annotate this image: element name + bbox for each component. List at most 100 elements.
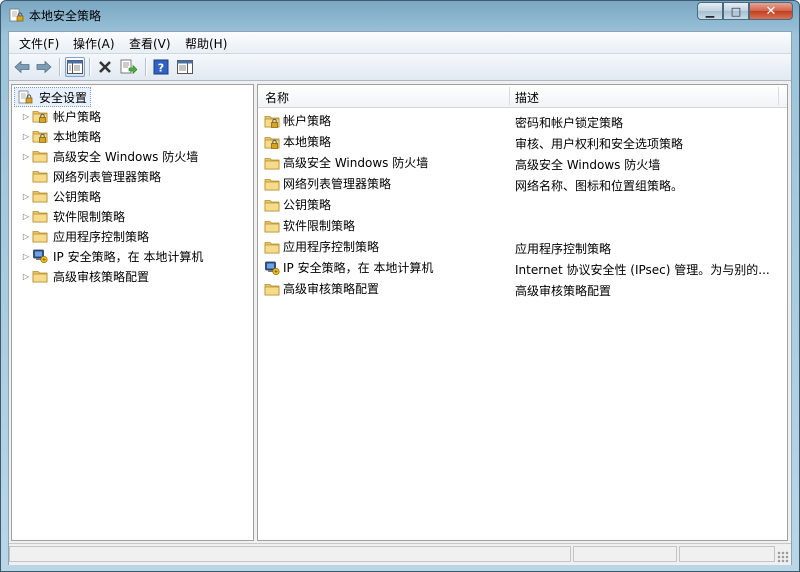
list-row[interactable]: 高级安全 Windows 防火墙 高级安全 Windows 防火墙 [258,152,787,173]
folder-icon [264,155,280,171]
tree-item-local-policies[interactable]: ▷ 本地策略 [20,127,101,145]
export-list-icon [120,59,138,75]
maximize-button[interactable]: □ [723,2,749,20]
minimize-button[interactable]: ▁ [697,2,723,20]
column-divider[interactable] [509,87,510,105]
main-window: 本地安全策略 ▁ □ ✕ 文件(F) 操作(A) 查看(V) 帮助(H) ? 安… [0,0,800,572]
tree-item-windows-firewall[interactable]: ▷ 高级安全 Windows 防火墙 [20,147,198,165]
folder-icon [264,281,280,297]
list-row[interactable]: 软件限制策略 [258,215,787,236]
ipsec-policy-icon [32,248,48,264]
folder-icon [264,176,280,192]
row-name: 高级安全 Windows 防火墙 [283,156,429,170]
expand-arrow-icon[interactable]: ▷ [20,112,32,121]
tree-item-label: 本地策略 [53,129,102,144]
list-row[interactable]: 帐户策略 密码和帐户锁定策略 [258,110,787,131]
folder-icon [264,197,280,213]
forward-button[interactable] [34,57,54,77]
tree-item-ip-security[interactable]: ▷ IP 安全策略，在 本地计算机 [20,247,203,265]
menu-help[interactable]: 帮助(H) [185,35,227,52]
list-row[interactable]: 高级审核策略配置 高级审核策略配置 [258,278,787,299]
svg-text:?: ? [158,62,164,75]
expand-arrow-icon[interactable]: ▷ [20,212,32,221]
folder-lock-icon [32,108,48,124]
tree-item-account-policies[interactable]: ▷ 帐户策略 [20,107,101,125]
export-list-button[interactable] [119,57,139,77]
tree-item-label: 高级审核策略配置 [53,269,150,284]
status-bar [9,543,791,565]
toolbar-separator [59,58,61,76]
properties-button[interactable] [175,57,195,77]
tree-item-label: 软件限制策略 [53,209,126,224]
list-row[interactable]: 网络列表管理器策略 网络名称、图标和位置组策略。 [258,173,787,194]
folder-icon [32,168,48,184]
expand-arrow-icon[interactable]: ▷ [20,272,32,281]
close-button[interactable]: ✕ [749,2,793,20]
list-header: 名称 描述 [258,85,787,108]
column-header-description[interactable]: 描述 [515,89,539,106]
row-name: 本地策略 [283,135,332,149]
list-pane: 名称 描述 帐户策略 密码和帐户锁定策略 本地策略 审核、用户权利和安全选项策略… [257,84,788,541]
list-row[interactable]: IP 安全策略，在 本地计算机 Internet 协议安全性 (IPsec) 管… [258,257,787,278]
list-row[interactable]: 本地策略 审核、用户权利和安全选项策略 [258,131,787,152]
toolbar-separator [89,58,91,76]
resize-grip[interactable] [777,551,789,563]
menu-file[interactable]: 文件(F) [19,35,59,52]
forward-arrow-icon [36,60,52,74]
properties-icon [177,60,193,74]
maximize-icon: □ [730,4,742,18]
tree-item-label: 应用程序控制策略 [53,229,150,244]
tree-root-security-settings[interactable]: 安全设置 [14,87,92,107]
folder-lock-icon [264,113,280,129]
list-row[interactable]: 公钥策略 [258,194,787,215]
tree-item-advanced-audit[interactable]: ▷ 高级审核策略配置 [20,267,149,285]
column-divider[interactable] [778,87,779,105]
menu-bar: 文件(F) 操作(A) 查看(V) 帮助(H) [9,32,791,54]
tree-item-label: 帐户策略 [53,109,102,124]
row-name: 高级审核策略配置 [283,282,380,296]
window-title: 本地安全策略 [29,9,102,23]
folder-icon [32,228,48,244]
security-settings-icon [18,90,33,104]
expand-arrow-icon[interactable]: ▷ [20,152,32,161]
delete-icon [99,61,111,73]
tree-item-software-restriction[interactable]: ▷ 软件限制策略 [20,207,125,225]
expand-arrow-icon[interactable]: ▷ [20,132,32,141]
tree-item-label: 公钥策略 [53,189,102,204]
folder-icon [32,208,48,224]
help-button[interactable]: ? [151,57,171,77]
expand-arrow-icon[interactable]: ▷ [20,192,32,201]
show-hide-tree-icon [67,60,83,74]
delete-button[interactable] [95,57,115,77]
tree-item-public-key-policies[interactable]: ▷ 公钥策略 [20,187,101,205]
close-icon: ✕ [765,3,777,19]
menu-view[interactable]: 查看(V) [129,35,171,52]
row-name: IP 安全策略，在 本地计算机 [283,261,434,275]
expand-arrow-icon[interactable]: ▷ [20,252,32,261]
ipsec-policy-icon [264,260,280,276]
title-bar[interactable]: 本地安全策略 ▁ □ ✕ [1,1,799,29]
tree-item-application-control[interactable]: ▷ 应用程序控制策略 [20,227,149,245]
tree-item-network-list-manager[interactable]: ▷ 网络列表管理器策略 [20,167,161,185]
row-description: Internet 协议安全性 (IPsec) 管理。为与别的... [515,263,770,277]
folder-lock-icon [32,128,48,144]
minimize-icon: ▁ [705,4,715,18]
list-row[interactable]: 应用程序控制策略 应用程序控制策略 [258,236,787,257]
tree-root-label: 安全设置 [39,90,88,105]
menu-action[interactable]: 操作(A) [73,35,115,52]
row-name: 公钥策略 [283,198,332,212]
row-description: 网络名称、图标和位置组策略。 [515,179,684,193]
folder-icon [264,239,280,255]
row-description: 密码和帐户锁定策略 [515,116,624,130]
folder-icon [32,268,48,284]
status-segment [9,546,571,562]
back-button[interactable] [12,57,32,77]
show-hide-tree-button[interactable] [65,57,85,77]
expand-arrow-icon[interactable]: ▷ [20,232,32,241]
tree-pane: 安全设置 ▷ 帐户策略 ▷ 本地策略 ▷ 高级安全 Windows 防火墙 ▷ … [11,84,254,541]
tree-item-label: 网络列表管理器策略 [53,169,162,184]
column-header-name[interactable]: 名称 [265,89,289,106]
row-description: 高级审核策略配置 [515,284,612,298]
status-segment [679,546,775,562]
tree-item-label: 高级安全 Windows 防火墙 [53,149,199,164]
